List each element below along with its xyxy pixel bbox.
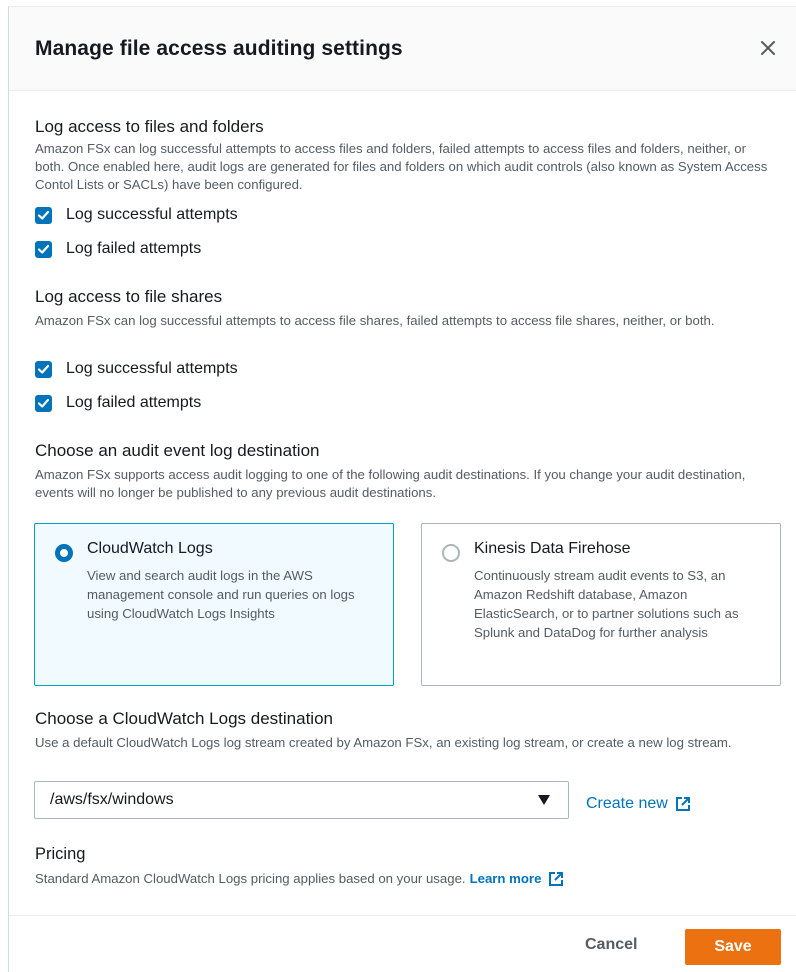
select-value: /aws/fsx/windows [50,791,174,808]
pricing-text-row: Standard Amazon CloudWatch Logs pricing … [35,870,775,888]
check-icon [37,364,50,374]
log-group-select[interactable]: /aws/fsx/windows [34,781,569,819]
close-icon [761,41,775,55]
tile-description: View and search audit logs in the AWS ma… [87,568,355,621]
kinesis-firehose-tile[interactable]: Kinesis Data Firehose Continuously strea… [421,523,781,686]
create-new-link[interactable]: Create new [586,795,692,813]
destination-section-description: Amazon FSx supports access audit logging… [35,467,746,500]
shares-log-successful-checkbox[interactable]: Log successful attempts [35,358,238,380]
cloudwatch-logs-tile[interactable]: CloudWatch Logs View and search audit lo… [34,523,394,686]
tile-title: CloudWatch Logs [87,540,213,557]
checkbox-label: Log failed attempts [66,240,202,257]
shares-section-description: Amazon FSx can log successful attempts t… [35,313,715,328]
external-link-icon[interactable] [547,870,565,888]
checkbox-box[interactable] [35,240,52,258]
tile-description: Continuously stream audit events to S3, … [474,568,739,640]
create-new-label: Create new [586,795,668,812]
files-section-title: Log access to files and folders [35,117,264,136]
shares-section-title: Log access to file shares [35,287,223,306]
checkbox-box[interactable] [35,360,52,378]
destination-section-title: Choose an audit event log destination [35,441,320,460]
learn-more-link[interactable]: Learn more [470,870,542,888]
save-button[interactable]: Save [685,929,781,965]
check-icon [37,210,50,220]
files-section-description: Amazon FSx can log successful attempts t… [35,141,768,192]
radio-button-selected[interactable] [55,544,73,562]
cancel-button[interactable]: Cancel [585,936,637,954]
checkbox-box[interactable] [35,394,52,412]
files-log-failed-checkbox[interactable]: Log failed attempts [35,238,201,260]
cloudwatch-destination-title: Choose a CloudWatch Logs destination [35,709,333,728]
cloudwatch-destination-description: Use a default CloudWatch Logs log stream… [35,735,732,750]
checkbox-label: Log successful attempts [66,360,238,377]
check-icon [37,244,50,254]
pricing-text: Standard Amazon CloudWatch Logs pricing … [35,871,466,886]
tile-title: Kinesis Data Firehose [474,540,631,557]
files-log-successful-checkbox[interactable]: Log successful attempts [35,204,238,226]
shares-log-failed-checkbox[interactable]: Log failed attempts [35,392,201,414]
check-icon [37,398,50,408]
modal-footer: Cancel Save [9,915,796,972]
modal-header: Manage file access auditing settings [9,7,796,91]
manage-auditing-modal: Manage file access auditing settings Log… [8,6,796,972]
checkbox-label: Log failed attempts [66,394,202,411]
checkbox-box[interactable] [35,206,52,224]
caret-down-icon [538,795,550,805]
radio-button-unselected[interactable] [442,544,460,562]
checkbox-label: Log successful attempts [66,206,238,223]
close-button[interactable] [755,35,781,61]
modal-title: Manage file access auditing settings [35,37,403,60]
pricing-title: Pricing [35,845,86,863]
external-link-icon [675,797,690,811]
